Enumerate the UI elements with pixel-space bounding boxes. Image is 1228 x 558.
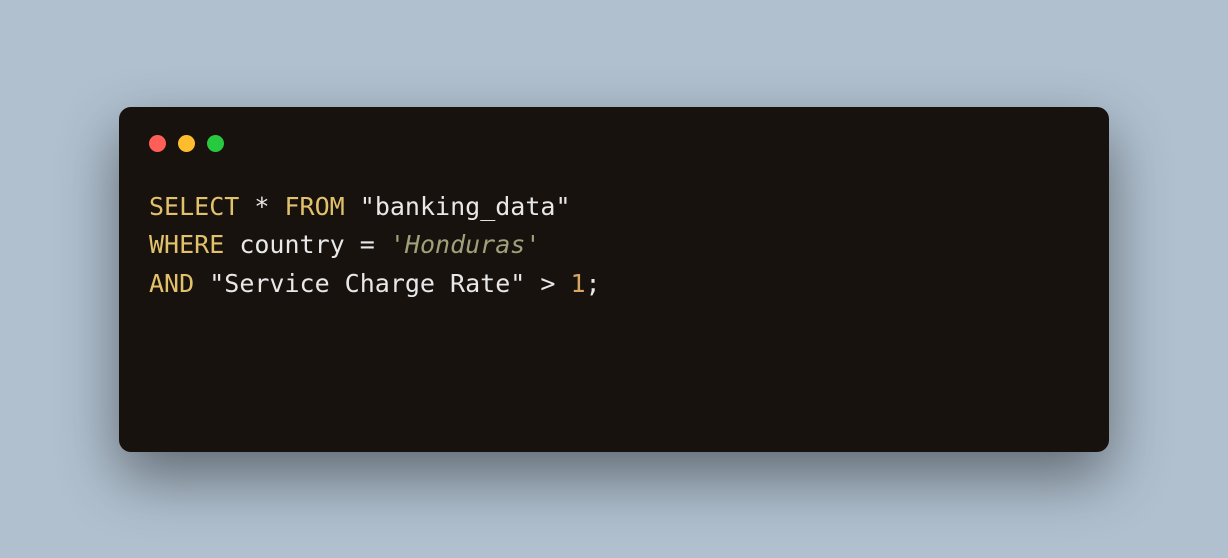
close-icon[interactable]: [149, 135, 166, 152]
column-service-charge: "Service Charge Rate": [209, 269, 525, 298]
keyword-and: AND: [149, 269, 194, 298]
column-country: country: [239, 230, 344, 259]
star-operator: *: [254, 192, 269, 221]
minimize-icon[interactable]: [178, 135, 195, 152]
semicolon: ;: [586, 269, 601, 298]
keyword-where: WHERE: [149, 230, 224, 259]
string-literal-honduras: 'Honduras': [390, 230, 541, 259]
number-literal: 1: [570, 269, 585, 298]
terminal-window: SELECT * FROM "banking_data" WHERE count…: [119, 107, 1109, 452]
keyword-from: FROM: [285, 192, 345, 221]
maximize-icon[interactable]: [207, 135, 224, 152]
table-identifier: "banking_data": [360, 192, 571, 221]
keyword-select: SELECT: [149, 192, 239, 221]
code-block: SELECT * FROM "banking_data" WHERE count…: [149, 188, 1079, 304]
equals-operator: =: [360, 230, 375, 259]
gt-operator: >: [540, 269, 555, 298]
traffic-lights: [149, 135, 1079, 152]
